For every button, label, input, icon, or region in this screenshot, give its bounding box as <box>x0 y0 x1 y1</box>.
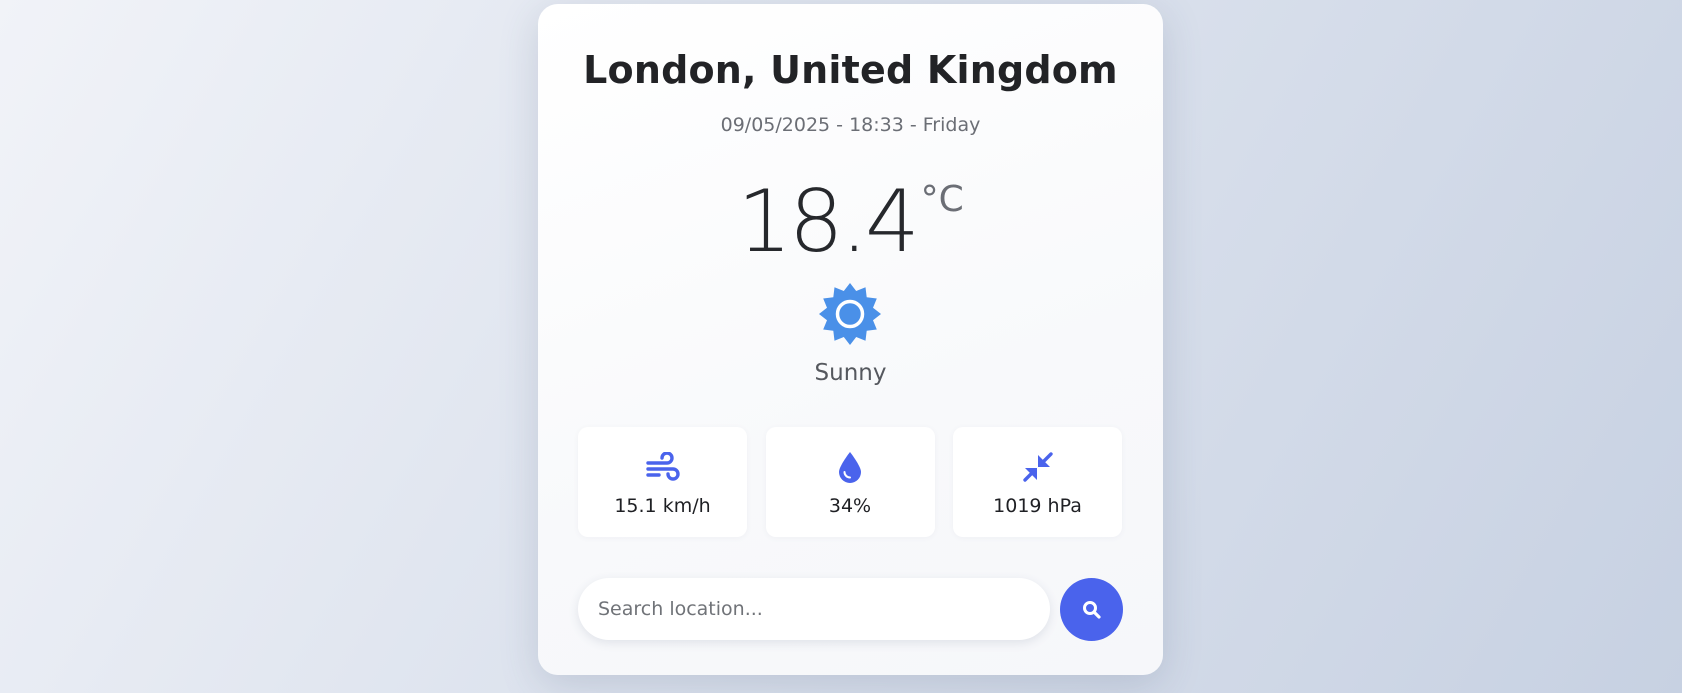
humidity-drop-icon <box>766 449 935 485</box>
sun-icon <box>818 282 882 346</box>
wind-icon <box>578 449 747 485</box>
weather-condition: Sunny <box>814 360 887 386</box>
weather-card: London, United Kingdom 09/05/2025 - 18:3… <box>538 4 1163 675</box>
wind-speed-value: 15.1 km/h <box>614 495 711 517</box>
pressure-stat: 1019 hPa <box>953 427 1122 537</box>
search-input[interactable] <box>578 578 1050 640</box>
weather-stats: 15.1 km/h 34% 1019 hPa <box>578 427 1122 537</box>
temperature-unit: °C <box>920 179 964 220</box>
pressure-value: 1019 hPa <box>993 495 1082 517</box>
search-button[interactable] <box>1060 578 1123 641</box>
search-icon <box>1082 600 1102 620</box>
humidity-value: 34% <box>828 495 872 517</box>
temperature-display: 18.4 °C <box>538 172 1163 272</box>
temperature-value: 18.4 <box>737 172 919 272</box>
location-title: London, United Kingdom <box>583 48 1118 92</box>
pressure-compress-icon <box>953 449 1122 485</box>
wind-stat: 15.1 km/h <box>578 427 747 537</box>
humidity-stat: 34% <box>765 427 935 537</box>
date-time: 09/05/2025 - 18:33 - Friday <box>720 114 981 136</box>
